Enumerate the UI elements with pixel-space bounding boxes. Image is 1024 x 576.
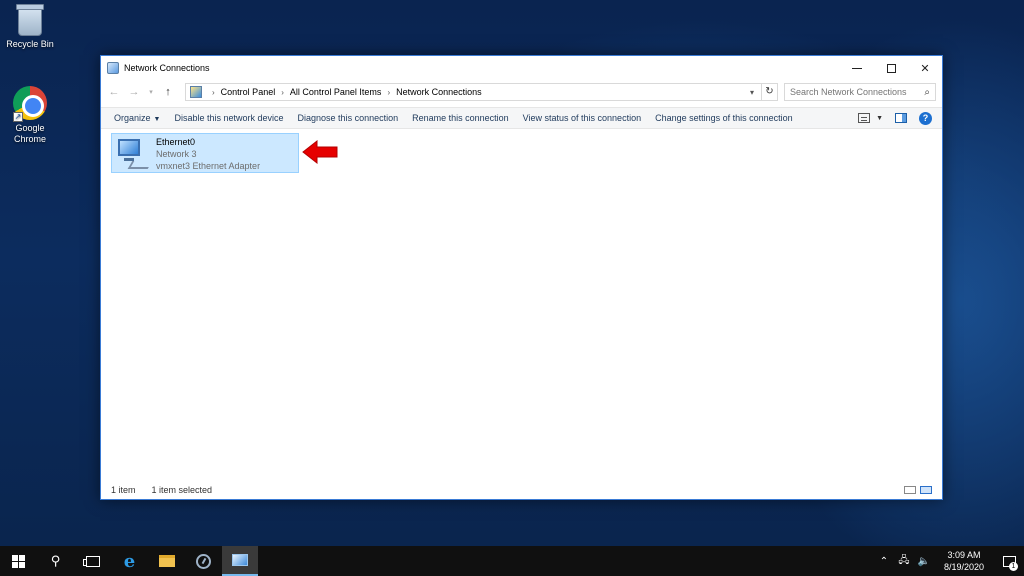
folder-icon [158,555,175,567]
red-arrow-pointer-icon [302,139,338,165]
desktop-icon-label: Google Chrome [13,123,46,144]
rename-connection-button[interactable]: Rename this connection [405,113,516,123]
view-status-button[interactable]: View status of this connection [516,113,648,123]
organize-label: Organize [114,113,151,123]
windows-logo-icon [12,554,25,568]
network-adapter-icon [116,137,153,171]
view-options-icon [858,113,871,123]
network-connections-window: Network Connections ✕ ← → ▾ ↑ › Control … [100,55,943,500]
tiles-view-icon[interactable] [920,486,932,494]
control-panel-icon [190,86,202,98]
command-bar: Organize ▼ Disable this network device Di… [101,107,942,129]
item-count: 1 item [111,485,136,495]
disable-device-button[interactable]: Disable this network device [167,113,290,123]
change-view-button[interactable]: ▼ [858,113,883,123]
status-view-toggles [904,486,932,494]
organize-button[interactable]: Organize ▼ [107,113,167,123]
start-button[interactable] [0,546,37,576]
network-connections-icon [107,62,119,74]
adapter-device: vmxnet3 Ethernet Adapter [156,161,261,171]
up-arrow-icon[interactable]: ↑ [161,86,175,98]
minimize-icon [852,67,862,69]
desktop-icon-recycle-bin[interactable]: Recycle Bin [0,4,60,50]
diagnose-connection-button[interactable]: Diagnose this connection [291,113,406,123]
adapter-name: Ethernet0 [156,137,196,147]
clock-date: 8/19/2020 [943,562,985,572]
task-view-button[interactable] [74,546,111,576]
desktop-icon-label: Recycle Bin [6,39,54,49]
network-connections-taskbar-button[interactable] [222,546,258,576]
show-hidden-icons-chevron-icon[interactable]: ⌃ [876,556,892,567]
refresh-icon[interactable]: ↻ [761,83,777,101]
close-button[interactable]: ✕ [908,56,942,80]
change-settings-button[interactable]: Change settings of this connection [648,113,800,123]
chrome-icon: ↗ [13,86,47,122]
search-icon[interactable]: ⌕ [924,87,930,98]
adapter-network: Network 3 [156,149,197,159]
gauge-icon [196,553,211,569]
clock-time: 3:09 AM [947,550,981,560]
recent-locations-chevron-icon[interactable]: ▾ [147,88,155,96]
task-view-icon [82,555,100,567]
view-controls: ▼ ? [858,111,936,125]
internet-explorer-button[interactable]: e [111,546,148,576]
title-bar[interactable]: Network Connections ✕ [101,56,942,80]
breadcrumb-separator-icon[interactable]: › [281,88,284,97]
shortcut-arrow-icon: ↗ [13,112,23,122]
address-bar[interactable]: › Control Panel › All Control Panel Item… [185,83,778,101]
details-view-icon[interactable] [904,486,916,494]
address-dropdown-icon[interactable]: ▾ [743,88,761,97]
maximize-button[interactable] [874,56,908,80]
search-box[interactable]: ⌕ [784,83,936,101]
system-tray: ⌃ 🖧 🔈 3:09 AM 8/19/2020 1 [874,546,1024,576]
breadcrumb-separator-icon[interactable]: › [212,88,215,97]
breadcrumb-network-connections[interactable]: Network Connections [396,87,482,97]
adapter-item-ethernet0[interactable]: Ethernet0 Network 3 vmxnet3 Ethernet Ada… [111,133,299,173]
network-icon[interactable]: 🖧 [896,553,912,570]
minimize-button[interactable] [840,56,874,80]
back-arrow-icon[interactable]: ← [107,86,121,98]
breadcrumb-all-control-panel-items[interactable]: All Control Panel Items [290,87,382,97]
window-title: Network Connections [124,63,210,73]
maximize-icon [886,63,896,73]
preview-pane-icon[interactable] [895,113,907,123]
recycle-bin-icon [16,4,44,36]
performance-monitor-button[interactable] [185,546,222,576]
action-center-button[interactable]: 1 [994,546,1024,576]
network-connections-icon [232,554,248,566]
file-explorer-button[interactable] [148,546,185,576]
forward-arrow-icon[interactable]: → [127,86,141,98]
notification-badge: 1 [1009,562,1018,571]
breadcrumb-separator-icon[interactable]: › [387,88,390,97]
volume-muted-icon[interactable]: 🔈 [916,556,932,567]
help-icon[interactable]: ? [919,111,932,125]
search-input[interactable] [790,87,925,97]
address-row: ← → ▾ ↑ › Control Panel › All Control Pa… [101,80,942,104]
adapter-details: Ethernet0 Network 3 vmxnet3 Ethernet Ada… [156,136,261,171]
internet-explorer-icon: e [123,550,136,572]
chevron-down-icon: ▼ [876,114,883,122]
connections-list: Ethernet0 Network 3 vmxnet3 Ethernet Ada… [101,131,942,481]
clock[interactable]: 3:09 AM 8/19/2020 [934,549,994,573]
chevron-down-icon: ▼ [153,116,161,123]
search-button[interactable]: ⚲ [37,546,74,576]
taskbar: ⚲ e ⌃ 🖧 🔈 3:09 AM 8/19/2020 1 [0,546,1024,576]
status-bar: 1 item 1 item selected [101,481,942,499]
breadcrumb-control-panel[interactable]: Control Panel [221,87,276,97]
selection-count: 1 item selected [151,485,213,495]
search-icon: ⚲ [50,553,61,568]
desktop-icon-google-chrome[interactable]: ↗ Google Chrome [0,86,60,145]
